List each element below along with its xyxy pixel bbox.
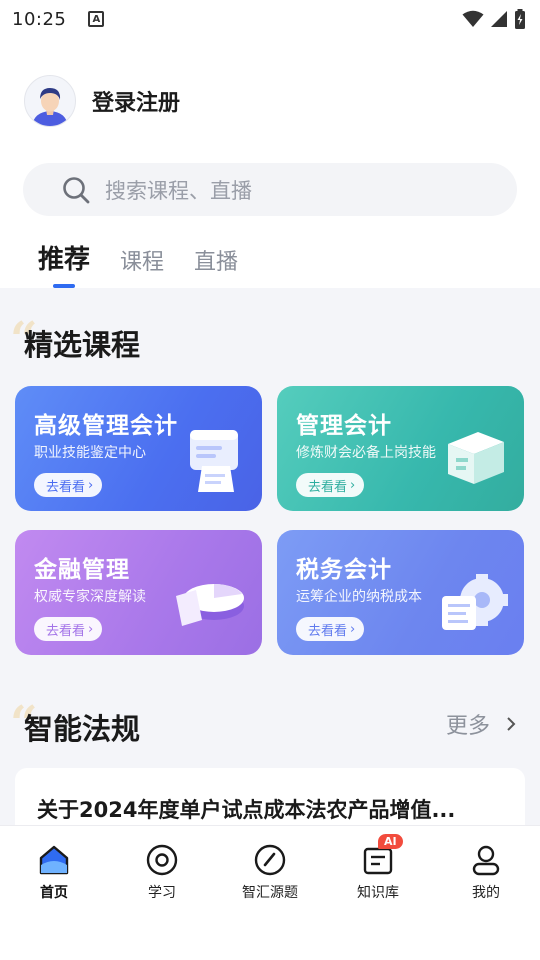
login-register-link[interactable]: 登录注册: [92, 85, 180, 117]
go-button-label: 去看看: [308, 479, 348, 495]
chevron-right-icon: ›: [350, 477, 356, 493]
more-link[interactable]: 更多: [446, 708, 516, 740]
nav-item-question-bank[interactable]: 智汇源题: [225, 842, 315, 902]
status-time: 10:25: [12, 8, 67, 30]
course-card-go-button[interactable]: 去看看 ›: [34, 473, 103, 497]
go-button-label: 去看看: [46, 623, 86, 639]
search-icon: [63, 176, 90, 203]
tab-live[interactable]: 直播: [194, 244, 238, 286]
course-card-subtitle: 修炼财会必备上岗技能: [296, 445, 436, 461]
study-icon: [146, 844, 178, 876]
course-card-go-button[interactable]: 去看看 ›: [34, 617, 103, 641]
course-card-title: 金融管理: [34, 557, 130, 583]
bottom-nav: 首页 学习 智汇源题 AI 知识库 我的: [0, 825, 540, 905]
search-input[interactable]: 搜索课程、直播: [105, 175, 252, 205]
course-card-subtitle: 权威专家深度解读: [34, 589, 146, 605]
nav-label: 知识库: [357, 885, 399, 901]
regulation-title: 关于2024年度单户试点成本法农产品增值...: [37, 798, 456, 822]
nav-item-home[interactable]: 首页: [9, 842, 99, 902]
course-card-title: 税务会计: [296, 557, 392, 583]
status-icons: [462, 9, 526, 29]
nav-label: 学习: [148, 885, 176, 901]
box-illustration-icon: [448, 432, 504, 484]
section-title-regulations: 智能法规: [24, 712, 141, 746]
course-card-tax-accounting[interactable]: 税务会计 运筹企业的纳税成本 去看看 ›: [277, 530, 524, 655]
tab-courses[interactable]: 课程: [120, 244, 164, 286]
signal-icon: [491, 11, 507, 27]
course-card-financial-management[interactable]: 金融管理 权威专家深度解读 去看看 ›: [15, 530, 262, 655]
search-bar[interactable]: 搜索课程、直播: [23, 163, 517, 216]
ai-badge: AI: [378, 834, 403, 849]
pie-disc-illustration-icon: [176, 584, 244, 626]
nav-item-profile[interactable]: 我的: [441, 842, 531, 902]
course-card-subtitle: 运筹企业的纳税成本: [296, 589, 422, 605]
profile-icon: [472, 845, 500, 876]
compass-icon: [254, 844, 286, 876]
nav-label: 智汇源题: [242, 885, 298, 901]
a-box-icon: A: [88, 11, 105, 27]
nav-label: 我的: [472, 885, 500, 901]
nav-item-knowledge-base[interactable]: AI 知识库: [333, 834, 423, 902]
home-icon: [39, 845, 69, 875]
top-tabs: 推荐 课程 直播: [38, 240, 268, 286]
go-button-label: 去看看: [46, 479, 86, 495]
tab-recommended[interactable]: 推荐: [38, 239, 90, 286]
course-card-advanced-management-accounting[interactable]: 高级管理会计 职业技能鉴定中心 去看看 ›: [15, 386, 262, 511]
nav-label: 首页: [40, 885, 68, 901]
nav-item-study[interactable]: 学习: [117, 842, 207, 902]
chevron-right-icon: ›: [88, 621, 94, 637]
course-card-title: 高级管理会计: [34, 413, 178, 439]
profile-header[interactable]: 登录注册: [24, 75, 180, 127]
regulation-list-item[interactable]: 关于2024年度单户试点成本法农产品增值...: [15, 768, 525, 825]
main-content[interactable]: “ 精选课程 高级管理会计 职业技能鉴定中心 去看看 › 管理会计 修炼财会必备上…: [0, 288, 540, 825]
chevron-right-icon: [507, 717, 516, 731]
course-card-go-button[interactable]: 去看看 ›: [296, 473, 365, 497]
wifi-icon: [462, 10, 484, 27]
course-card-go-button[interactable]: 去看看 ›: [296, 617, 365, 641]
battery-icon: [515, 9, 525, 29]
gear-document-illustration-icon: [442, 574, 508, 630]
go-button-label: 去看看: [308, 623, 348, 639]
course-card-title: 管理会计: [296, 413, 392, 439]
chevron-right-icon: ›: [88, 477, 94, 493]
section-title-featured: 精选课程: [24, 328, 141, 362]
course-card-management-accounting[interactable]: 管理会计 修炼财会必备上岗技能 去看看 ›: [277, 386, 524, 511]
more-label: 更多: [445, 714, 490, 739]
printer-illustration-icon: [190, 430, 238, 492]
status-bar: 10:25 A: [0, 0, 540, 38]
chevron-right-icon: ›: [350, 621, 356, 637]
course-card-subtitle: 职业技能鉴定中心: [34, 445, 146, 461]
user-avatar-icon[interactable]: [24, 75, 76, 127]
